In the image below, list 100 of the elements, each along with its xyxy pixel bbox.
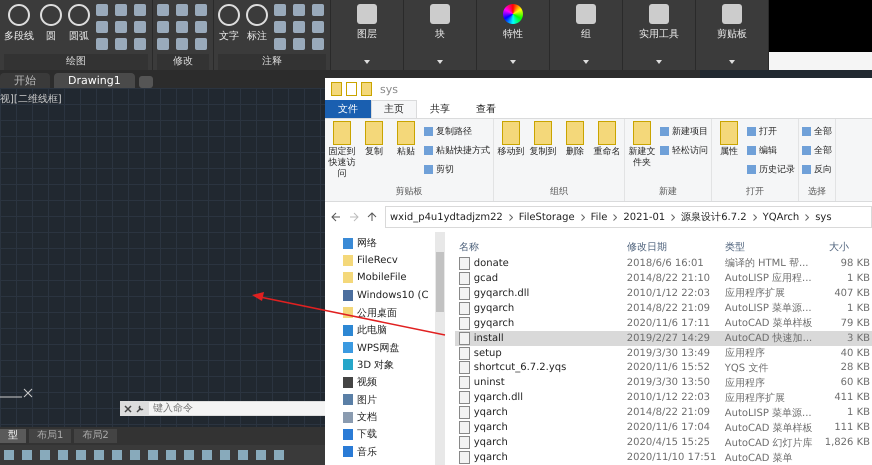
file-row[interactable]: yqarch.dll 2010/1/12 22:03 应用程序扩展 411 KB — [454, 390, 872, 406]
ribbon-button[interactable]: 重命名 — [593, 121, 621, 185]
nav-item[interactable]: 视频 — [343, 374, 435, 391]
ribbon-tool[interactable]: 圆弧 — [68, 4, 90, 43]
group-label[interactable]: 绘图 — [4, 54, 148, 70]
breadcrumb-item[interactable]: sys — [815, 212, 832, 222]
ribbon-button[interactable]: 反向 — [802, 163, 832, 176]
file-name: uninst — [454, 376, 623, 390]
file-name: gyqarch — [454, 316, 623, 330]
nav-item[interactable]: 网络 — [343, 235, 435, 252]
file-tab[interactable]: 开始 — [0, 73, 50, 88]
file-row[interactable]: install 2019/2/27 14:29 AutoCAD 快速加... 3 KB — [454, 330, 872, 346]
ribbon-button[interactable]: 剪切 — [424, 163, 490, 176]
ribbon-button[interactable]: 编辑 — [747, 144, 795, 157]
ribbon-button[interactable]: 复制到 — [529, 121, 557, 185]
nav-item[interactable]: MobileFile — [343, 270, 435, 286]
file-date: 2020/11/6 17:11 — [626, 318, 712, 329]
breadcrumb-item[interactable]: 源泉设计6.7.2 — [681, 210, 747, 224]
ribbon-button[interactable]: 复制路径 — [424, 125, 490, 138]
ribbon-button[interactable]: 复制 — [360, 121, 388, 185]
ribbon-button[interactable]: 固定到快速访问 — [328, 121, 356, 185]
nav-item[interactable]: 3D 对象 — [343, 356, 435, 374]
nav-item[interactable]: 图片 — [343, 392, 435, 408]
ribbon-tool[interactable]: 多段线 — [4, 4, 34, 43]
ribbon-button[interactable]: 删除 — [561, 121, 589, 185]
group-label[interactable]: 修改 — [157, 54, 209, 70]
file-type: AutoCAD 菜单样板 — [724, 316, 814, 330]
nav-item[interactable]: WPS网盘 — [343, 339, 435, 356]
ribbon-button[interactable]: 全部 — [802, 125, 832, 138]
file-row[interactable]: yqarch 2020/4/15 15:25 AutoCAD 幻灯片库 1,826 KB — [454, 435, 872, 450]
file-date: 2014/8/22 21:09 — [626, 302, 712, 314]
file-type: 应用程序扩展 — [724, 286, 786, 300]
viewport-label[interactable]: 视][二维线框] — [0, 92, 62, 106]
address-bar[interactable]: wxid_p4u1ydtadjzm22 FileStorage File 2021-01 源泉设计6.7.2 YQArch sys — [385, 206, 872, 228]
file-row[interactable]: gyqarch.dll 2010/1/12 22:03 应用程序扩展 407 KB — [454, 286, 872, 301]
file-type: AutoCAD 快速加... — [724, 332, 814, 346]
file-row[interactable]: yqarch 2020/11/10 17:51 AutoCAD 菜单 — [454, 450, 872, 465]
breadcrumb-item[interactable]: YQArch — [762, 212, 800, 222]
file-row[interactable]: yqarch 2020/11/6 17:04 AutoCAD 菜单样板 111 KB — [454, 420, 872, 436]
column-header[interactable]: 修改日期 — [622, 240, 721, 254]
group-label[interactable]: 注释 — [218, 54, 326, 70]
file-name: gyqarch — [454, 302, 623, 315]
breadcrumb-item[interactable]: wxid_p4u1ydtadjzm22 — [390, 212, 503, 222]
nav-item[interactable]: FileRecv — [343, 252, 435, 269]
file-row[interactable]: gyqarch 2014/8/22 21:09 AutoLISP 菜单源... 1 KB — [454, 300, 872, 316]
group-label: 选择 — [807, 186, 827, 199]
ribbon-button[interactable]: 属性 — [715, 121, 743, 185]
ribbon-tool[interactable]: 文字 — [218, 4, 240, 43]
file-tab[interactable]: Drawing1 — [54, 73, 135, 88]
file-row[interactable]: gcad 2014/8/22 21:10 AutoLISP 应用程... 1 KB — [454, 270, 872, 286]
breadcrumb-item[interactable]: 2021-01 — [623, 212, 666, 222]
ribbon-button[interactable]: 新建文件夹 — [628, 121, 656, 185]
nav-item[interactable]: 公用桌面 — [343, 304, 435, 321]
drawing-canvas[interactable]: 视][二维线框] 键入命令 — [0, 88, 325, 427]
ribbon-button[interactable]: 打开 — [747, 125, 795, 138]
layout-tab[interactable]: 布局2 — [74, 429, 117, 443]
file-row[interactable]: donate 2018/6/6 16:01 编译的 HTML 帮... 98 KB — [454, 256, 872, 271]
nav-item[interactable]: 文档 — [343, 408, 435, 426]
file-row[interactable]: shortcut_6.7.2.yqs 2020/11/6 15:52 YQS 文件 28 KB — [454, 360, 872, 376]
file-name: yqarch — [454, 436, 623, 450]
layout-tab[interactable]: 布局1 — [29, 429, 72, 443]
nav-item[interactable]: 下载 — [343, 426, 435, 443]
file-size: 79 KB — [840, 318, 871, 329]
breadcrumb-item[interactable]: FileStorage — [518, 212, 575, 222]
breadcrumb-item[interactable]: File — [590, 212, 608, 222]
file-type: AutoLISP 菜单源... — [724, 406, 813, 420]
column-header[interactable]: 类型 — [720, 240, 825, 254]
file-row[interactable]: setup 2019/3/30 13:49 应用程序 40 KB — [454, 346, 872, 360]
file-type: 编译的 HTML 帮... — [724, 256, 810, 270]
file-type: YQS 文件 — [724, 362, 770, 375]
column-header[interactable]: 名称 — [454, 240, 623, 254]
ribbon-tab[interactable]: 文件 — [325, 100, 371, 118]
file-row[interactable]: yqarch 2014/8/22 21:09 AutoLISP 菜单源... 1 KB — [454, 405, 872, 420]
ribbon-button[interactable]: 移动到 — [497, 121, 525, 185]
nav-item[interactable]: 音乐 — [343, 444, 435, 460]
ribbon-button[interactable]: 全部 — [802, 144, 832, 157]
column-header[interactable]: 大小 — [824, 240, 872, 254]
ribbon-button[interactable]: 新建项目 — [660, 125, 708, 138]
ribbon-button[interactable]: 历史记录 — [747, 163, 795, 176]
file-type: 应用程序 — [724, 376, 766, 390]
ribbon-tab[interactable]: 主页 — [371, 100, 417, 118]
group-label: 新建 — [658, 186, 678, 199]
file-name: yqarch — [454, 421, 623, 434]
ribbon-tool[interactable]: 圆 — [40, 4, 62, 43]
ribbon-button[interactable]: 粘贴 — [392, 121, 420, 185]
file-type: AutoCAD 菜单 — [724, 452, 794, 465]
nav-item[interactable]: Windows10 (C — [343, 287, 435, 304]
file-name: donate — [454, 256, 623, 270]
layout-tab[interactable]: 型 — [0, 429, 26, 443]
file-type: AutoLISP 菜单源... — [724, 302, 813, 316]
file-date: 2010/1/12 22:03 — [626, 392, 712, 404]
file-row[interactable]: gyqarch 2020/11/6 17:11 AutoCAD 菜单样板 79 KB — [454, 316, 872, 331]
file-size: 407 KB — [833, 288, 871, 299]
ribbon-button[interactable]: 轻松访问 — [660, 144, 708, 157]
nav-item[interactable]: 此电脑 — [343, 322, 435, 338]
file-type: 应用程序扩展 — [724, 392, 786, 405]
file-row[interactable]: uninst 2019/3/30 13:50 应用程序 60 KB — [454, 375, 872, 390]
ribbon-button[interactable]: 粘贴快捷方式 — [424, 144, 490, 157]
ribbon-tool[interactable]: 标注 — [246, 4, 268, 43]
file-date: 2020/4/15 15:25 — [626, 437, 712, 448]
